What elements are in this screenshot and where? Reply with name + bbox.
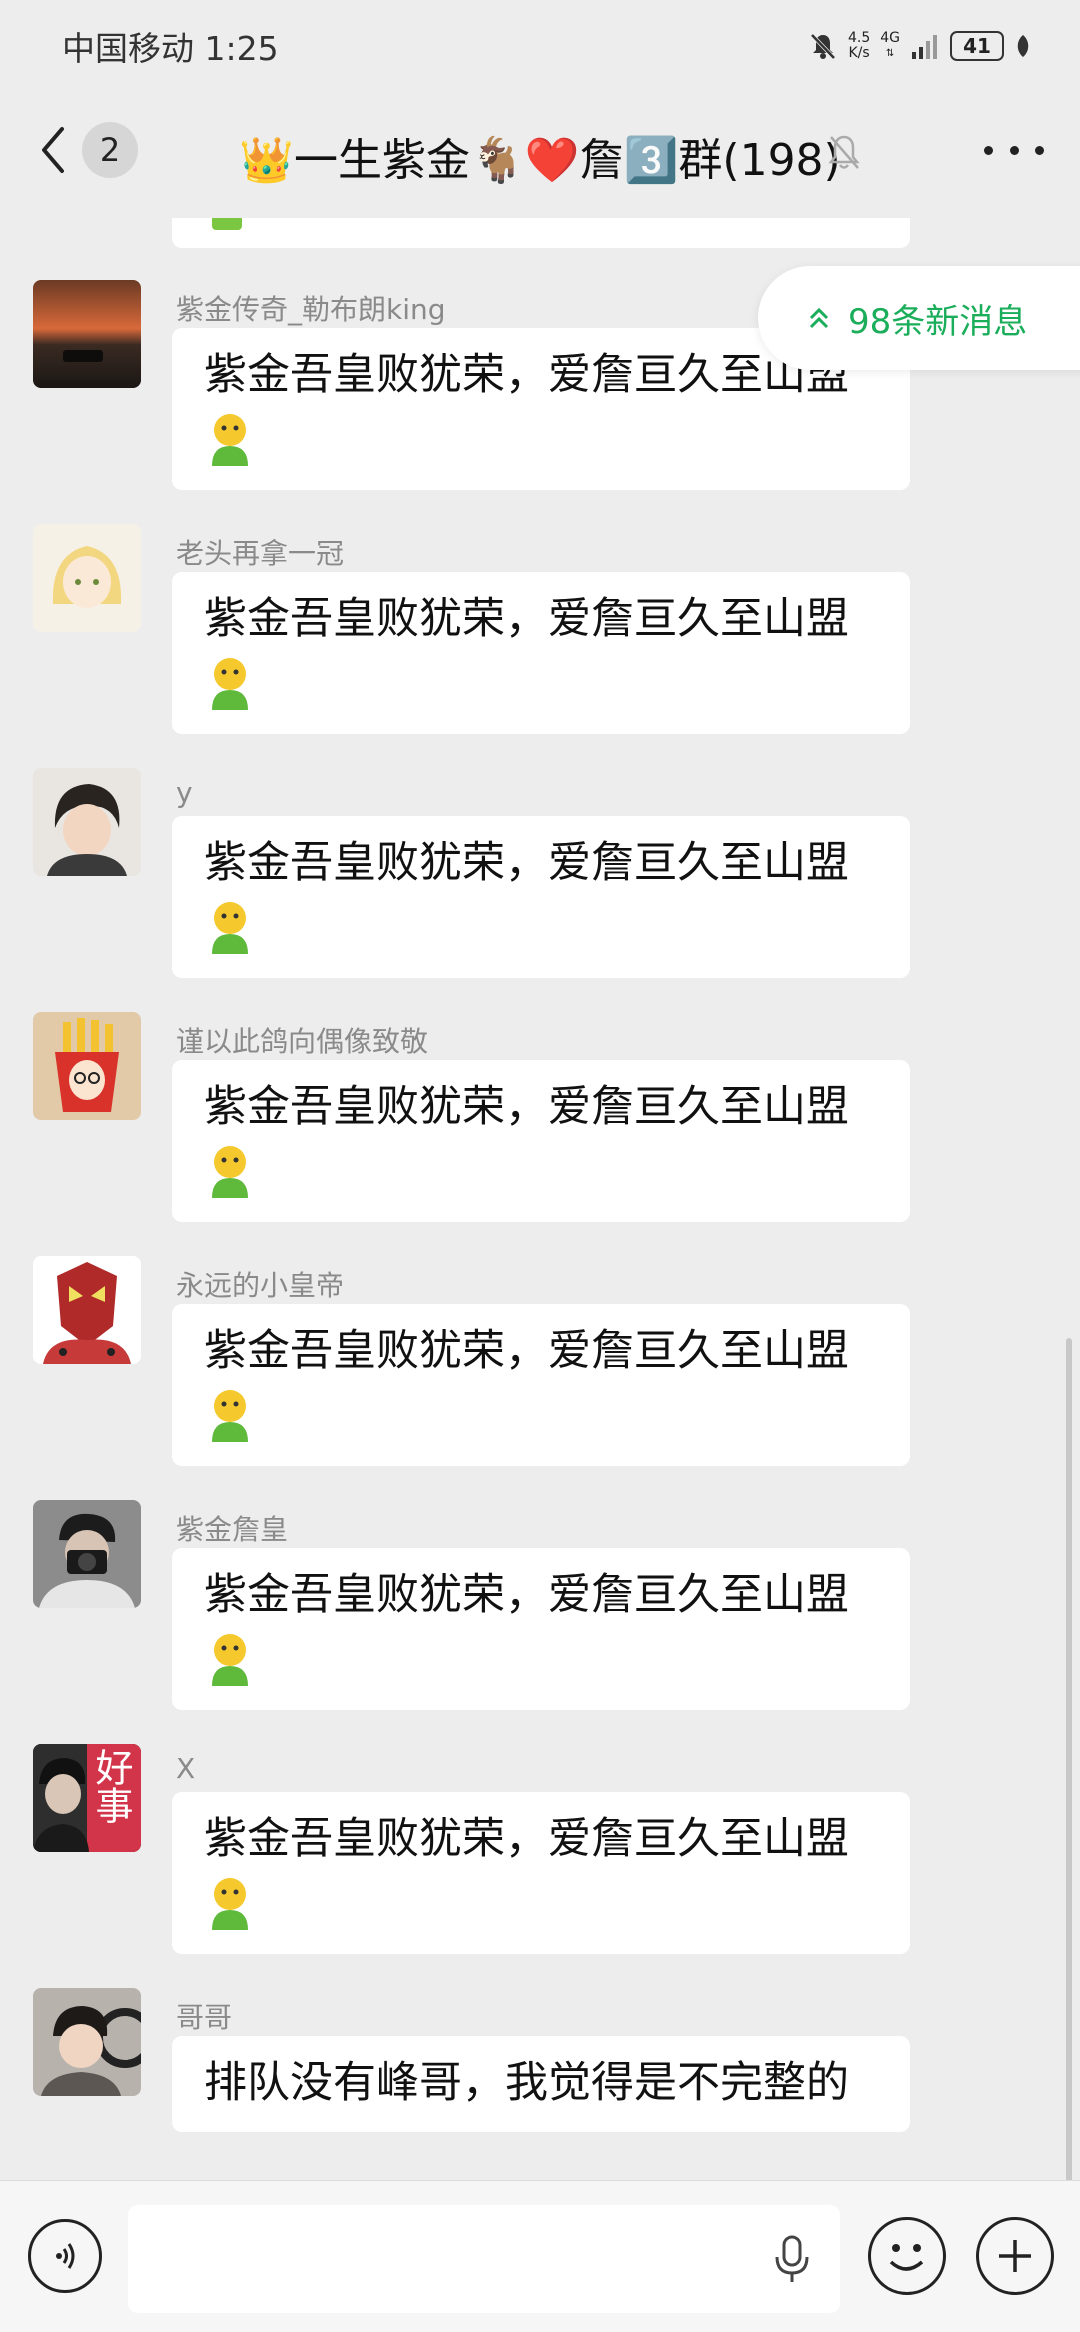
status-icons: 4.5 K/s 4G ⇅ 41	[808, 26, 1032, 66]
message-text: 紫金吾皇败犹荣，爱詹亘久至山盟	[204, 1814, 849, 1864]
message-bubble[interactable]: 排队没有峰哥，我觉得是不完整的	[172, 2036, 910, 2132]
dot-icon	[1035, 145, 1044, 155]
green-person-emoji-icon	[212, 902, 248, 954]
avatar[interactable]	[33, 1988, 141, 2096]
green-person-emoji-icon	[212, 1390, 248, 1442]
avatar[interactable]	[33, 1256, 141, 1364]
dot-icon	[984, 145, 993, 155]
chat-header: 2 👑一生紫金🐐❤️詹3️⃣群(198)	[0, 90, 1080, 218]
dot-icon	[1009, 145, 1019, 155]
message-bubble[interactable]: 紫金吾皇败犹荣，爱詹亘久至山盟	[172, 816, 910, 978]
sender-name: 谨以此鸽向偶像致敬	[176, 1025, 429, 1058]
sender-name: 永远的小皇帝	[176, 1269, 345, 1302]
sender-name: X	[176, 1752, 196, 1785]
green-person-emoji-icon	[212, 658, 248, 710]
double-chevron-up-icon	[809, 307, 829, 329]
network-speed: 4.5 K/s	[847, 30, 871, 61]
ultraman-avatar-icon	[33, 1256, 141, 1364]
avatar[interactable]	[33, 768, 141, 876]
group-title[interactable]: 👑一生紫金🐐❤️詹3️⃣群(198)	[0, 124, 1080, 188]
message-text: 紫金吾皇败犹荣，爱詹亘久至山盟	[204, 1570, 849, 1620]
voice-wave-icon	[56, 2243, 75, 2269]
battery-indicator: 41	[950, 31, 1004, 61]
avatar[interactable]: 好事	[33, 1744, 141, 1852]
carrier-time: 中国移动 1:25	[62, 29, 279, 68]
network-type: 4G ⇅	[880, 30, 900, 60]
sunset-avatar-icon	[33, 280, 141, 388]
green-person-emoji-icon	[212, 414, 248, 466]
input-bar	[0, 2180, 1080, 2332]
avatar[interactable]	[33, 280, 141, 388]
leaf-icon	[1017, 35, 1029, 57]
message-bubble[interactable]: 紫金吾皇败犹荣，爱詹亘久至山盟	[172, 1792, 910, 1954]
message-text: 紫金吾皇败犹荣，爱詹亘久至山盟	[204, 1326, 849, 1376]
scrollbar[interactable]	[1066, 1338, 1072, 2198]
new-messages-button[interactable]: 98条新消息	[758, 266, 1080, 370]
message-text: 紫金吾皇败犹荣，爱詹亘久至山盟	[204, 838, 849, 888]
status-bar: 中国移动 1:25 4.5 K/s 4G ⇅ 41	[0, 0, 1080, 90]
new-messages-label: 98条新消息	[848, 301, 1028, 342]
smiley-face-icon	[889, 2244, 924, 2271]
avatar[interactable]	[33, 1500, 141, 1608]
green-person-emoji-icon	[212, 1878, 248, 1930]
child-portrait-avatar-icon	[33, 768, 141, 876]
voice-toggle-button[interactable]	[28, 2219, 102, 2293]
anime-girl-avatar-icon	[33, 524, 141, 632]
sender-name: 紫金传奇_勒布朗king	[176, 293, 446, 326]
message-bubble[interactable]: 紫金吾皇败犹荣，爱詹亘久至山盟	[172, 1548, 910, 1710]
fries-cartoon-avatar-icon	[33, 1012, 141, 1120]
child-in-car-avatar-icon	[33, 1988, 141, 2096]
green-person-emoji-icon	[212, 218, 242, 230]
sender-name: 哥哥	[176, 2001, 233, 2034]
sender-name: 紫金詹皇	[176, 1513, 289, 1546]
chat-message-list[interactable]: 紫金传奇_勒布朗king 紫金吾皇败犹荣，爱詹亘久至山盟 老头再拿一冠 紫金吾皇…	[0, 218, 1080, 2180]
microphone-icon[interactable]	[772, 2233, 812, 2285]
sender-name: y	[176, 776, 193, 809]
message-text: 紫金吾皇败犹荣，爱詹亘久至山盟	[204, 1082, 849, 1132]
muted-bell-icon	[828, 135, 860, 169]
avatar[interactable]	[33, 524, 141, 632]
message-bubble[interactable]: 紫金吾皇败犹荣，爱詹亘久至山盟	[172, 572, 910, 734]
partial-message-bubble	[172, 218, 910, 248]
sender-name: 老头再拿一冠	[176, 537, 345, 570]
plus-icon	[999, 2240, 1031, 2272]
emoji-button[interactable]	[868, 2217, 946, 2295]
message-bubble[interactable]: 紫金吾皇败犹荣，爱詹亘久至山盟	[172, 1304, 910, 1466]
avatar[interactable]	[33, 1012, 141, 1120]
message-bubble[interactable]: 紫金吾皇败犹荣，爱詹亘久至山盟	[172, 1060, 910, 1222]
avatar-text: 好事	[89, 1748, 133, 1824]
more-options-button[interactable]	[984, 130, 1044, 170]
message-input[interactable]	[128, 2205, 840, 2313]
green-person-emoji-icon	[212, 1146, 248, 1198]
mute-notification-icon	[810, 33, 836, 60]
more-actions-button[interactable]	[976, 2217, 1054, 2295]
message-text: 紫金吾皇败犹荣，爱詹亘久至山盟	[204, 594, 849, 644]
camera-man-avatar-icon	[33, 1500, 141, 1608]
message-text: 排队没有峰哥，我觉得是不完整的	[204, 2058, 849, 2108]
green-person-emoji-icon	[212, 1634, 248, 1686]
signal-icon	[912, 35, 937, 59]
